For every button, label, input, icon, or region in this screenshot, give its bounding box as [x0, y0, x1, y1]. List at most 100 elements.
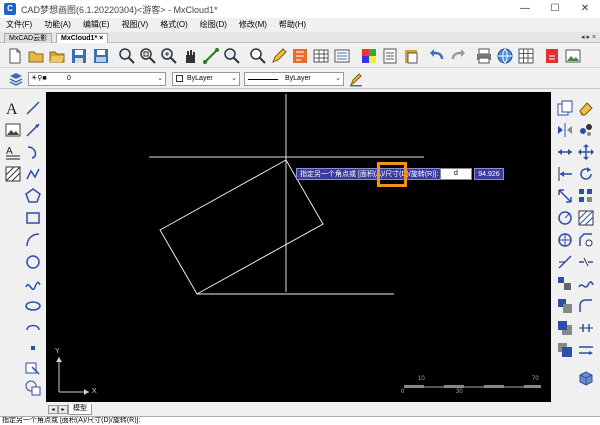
bring-to-front-icon[interactable]	[556, 319, 574, 337]
text-icon[interactable]: A	[4, 99, 22, 117]
menu-edit[interactable]: 编辑(E)	[77, 18, 116, 32]
line-icon[interactable]	[24, 99, 42, 117]
paste-icon[interactable]	[402, 47, 420, 65]
layer-select[interactable]: ☀⚲■ 0 ⌄	[28, 72, 166, 86]
tab-mxcad-cloud[interactable]: MxCAD云影	[4, 33, 53, 43]
property-bar: ☀⚲■ 0 ⌄ ByLayer ⌄ ByLayer ⌄	[0, 69, 600, 89]
scale-label: 10	[418, 376, 425, 382]
trim-icon[interactable]	[556, 253, 574, 271]
offset-icon[interactable]	[577, 121, 595, 139]
menu-format[interactable]: 格式(O)	[154, 18, 194, 32]
eraser-icon[interactable]	[577, 99, 595, 117]
point-icon[interactable]	[24, 339, 42, 357]
rectangle-icon[interactable]	[24, 209, 42, 227]
maximize-button[interactable]: ☐	[540, 0, 570, 18]
minimize-button[interactable]: —	[510, 0, 540, 18]
arc-icon[interactable]	[24, 143, 42, 161]
zoom-window-icon[interactable]	[118, 47, 136, 65]
rotated-rectangle	[159, 159, 324, 295]
undo-icon[interactable]	[428, 47, 446, 65]
menu-view[interactable]: 视图(V)	[116, 18, 155, 32]
command-line[interactable]: 指定另一个角点或 [面积(A)/尺寸(D)/旋转(R)]:	[0, 416, 600, 425]
mirror-icon[interactable]	[556, 121, 574, 139]
copy-icon[interactable]	[556, 99, 574, 117]
print-icon[interactable]	[475, 47, 493, 65]
polyline-icon[interactable]	[24, 165, 42, 183]
3d-box-icon[interactable]	[577, 369, 595, 387]
extend-icon[interactable]	[556, 165, 574, 183]
tab-model[interactable]: 模型	[68, 404, 92, 415]
circle-offset-icon[interactable]	[556, 209, 574, 227]
ellipse-arc-icon[interactable]	[24, 319, 42, 337]
open-folder-icon[interactable]	[48, 47, 66, 65]
pdf-icon[interactable]	[543, 47, 561, 65]
menu-draw[interactable]: 绘图(D)	[194, 18, 233, 32]
zoom-extents-icon[interactable]	[139, 47, 157, 65]
chamfer-icon[interactable]	[577, 231, 595, 249]
block-insert-icon[interactable]	[24, 359, 42, 377]
menu-file[interactable]: 文件(F)	[0, 18, 38, 32]
drawing-canvas[interactable]: Y X 10 70 0 30 指定另一个角点或 [面积(A)/尺寸(D)/旋转(…	[46, 92, 551, 402]
color-select[interactable]: ByLayer ⌄	[172, 72, 240, 86]
new-file-icon[interactable]	[6, 47, 24, 65]
zoom-in-icon[interactable]	[160, 47, 178, 65]
tab-close-icon[interactable]: ×	[99, 35, 103, 42]
menu-help[interactable]: 帮助(H)	[273, 18, 312, 32]
scale-icon[interactable]	[556, 187, 574, 205]
ellipse-icon[interactable]	[24, 297, 42, 315]
arc-three-point-icon[interactable]	[24, 231, 42, 249]
multiline-text-icon[interactable]: A	[4, 143, 22, 161]
divide-icon[interactable]	[577, 319, 595, 337]
scale-label: 30	[456, 389, 463, 395]
ray-icon[interactable]	[24, 121, 42, 139]
open-folder-icon[interactable]	[27, 47, 45, 65]
table-icon[interactable]	[312, 47, 330, 65]
send-to-back-icon[interactable]	[556, 341, 574, 359]
grid-icon[interactable]	[517, 47, 535, 65]
array-icon[interactable]	[577, 187, 595, 205]
pan-hand-icon[interactable]	[181, 47, 199, 65]
circle-icon[interactable]	[24, 253, 42, 271]
text-style-icon[interactable]	[291, 47, 309, 65]
tab-scroll-arrows[interactable]: ◂ ▸ ×	[581, 32, 596, 43]
search-icon[interactable]	[249, 47, 267, 65]
join-icon[interactable]	[556, 275, 574, 293]
close-button[interactable]: ✕	[570, 0, 600, 18]
make-block-icon[interactable]	[24, 379, 42, 397]
tab-prev-arrow-icon[interactable]: ◂	[48, 405, 58, 414]
dynamic-input-field[interactable]: d	[440, 168, 472, 180]
break-icon[interactable]	[577, 253, 595, 271]
rotate-icon[interactable]	[577, 165, 595, 183]
pencil-edit-icon[interactable]	[270, 47, 288, 65]
image-export-icon[interactable]	[564, 47, 582, 65]
save-icon[interactable]	[70, 47, 88, 65]
properties-icon[interactable]	[381, 47, 399, 65]
globe-icon[interactable]	[496, 47, 514, 65]
move-icon[interactable]	[577, 143, 595, 161]
lengthen-icon[interactable]	[577, 275, 595, 293]
draw-order-icon[interactable]	[556, 297, 574, 315]
image-icon[interactable]	[4, 121, 22, 139]
hatch-icon[interactable]	[4, 165, 22, 183]
stretch-icon[interactable]	[556, 143, 574, 161]
tab-next-arrow-icon[interactable]: ▸	[58, 405, 68, 414]
menu-modify[interactable]: 修改(M)	[233, 18, 273, 32]
save-as-icon[interactable]	[92, 47, 110, 65]
tab-mxcloud1[interactable]: MxCloud1* ×	[56, 33, 109, 43]
menu-function[interactable]: 功能(A)	[38, 18, 77, 32]
measure-distance-icon[interactable]	[202, 47, 220, 65]
zoom-previous-icon[interactable]	[223, 47, 241, 65]
linetype-select[interactable]: ByLayer ⌄	[244, 72, 344, 86]
polygon-icon[interactable]	[24, 187, 42, 205]
layer-palette-icon[interactable]	[360, 47, 378, 65]
hatch-edit-icon[interactable]	[577, 209, 595, 227]
explode-icon[interactable]	[556, 231, 574, 249]
match-properties-icon[interactable]	[349, 71, 363, 87]
redo-icon[interactable]	[449, 47, 467, 65]
spline-icon[interactable]	[24, 275, 42, 293]
align-icon[interactable]	[577, 341, 595, 359]
highlight-box	[377, 162, 407, 187]
layers-stack-icon[interactable]	[8, 71, 24, 87]
fillet-icon[interactable]	[577, 297, 595, 315]
list-icon[interactable]	[333, 47, 351, 65]
